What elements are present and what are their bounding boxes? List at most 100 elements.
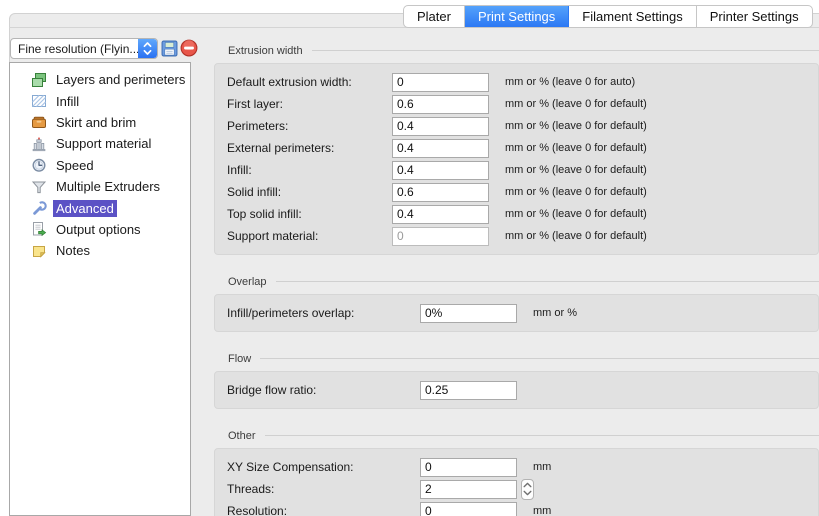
- sidebar-item-label: Support material: [53, 135, 154, 152]
- section-divider: [312, 50, 819, 51]
- sidebar-item-label: Multiple Extruders: [53, 178, 163, 195]
- sidebar-item-label: Speed: [53, 157, 97, 174]
- section-flow: Bridge flow ratio:: [214, 371, 819, 409]
- tab-print-settings[interactable]: Print Settings: [465, 6, 569, 27]
- infill-width-input[interactable]: [392, 161, 489, 180]
- sidebar-item-infill[interactable]: Infill: [10, 90, 190, 111]
- tab-bar: Plater Print Settings Filament Settings …: [403, 5, 813, 28]
- default-extrusion-width-input[interactable]: [392, 73, 489, 92]
- setting-row: Top solid infill: mm or % (leave 0 for d…: [227, 203, 806, 225]
- setting-row: Bridge flow ratio:: [227, 379, 806, 401]
- setting-row: Infill/perimeters overlap: mm or %: [227, 302, 806, 324]
- setting-row: Default extrusion width: mm or % (leave …: [227, 71, 806, 93]
- bridge-flow-ratio-input[interactable]: [420, 381, 517, 400]
- field-label: Infill:: [227, 163, 392, 177]
- setting-row: Solid infill: mm or % (leave 0 for defau…: [227, 181, 806, 203]
- section-overlap: Infill/perimeters overlap: mm or %: [214, 294, 819, 332]
- sidebar-item-label: Advanced: [53, 200, 117, 217]
- settings-panel: Extrusion width Default extrusion width:…: [214, 38, 819, 516]
- perimeters-input[interactable]: [392, 117, 489, 136]
- solid-infill-input[interactable]: [392, 183, 489, 202]
- setting-row: XY Size Compensation: mm: [227, 456, 806, 478]
- field-label: First layer:: [227, 97, 392, 111]
- field-label: Resolution:: [227, 504, 420, 516]
- field-hint: mm or % (leave 0 for default): [505, 164, 647, 176]
- threads-input[interactable]: [420, 480, 517, 499]
- external-perimeters-input[interactable]: [392, 139, 489, 158]
- sidebar-item-notes[interactable]: Notes: [10, 240, 190, 261]
- save-preset-button[interactable]: [159, 38, 179, 58]
- tab-plater[interactable]: Plater: [404, 6, 465, 27]
- section-header-overlap: Overlap: [228, 275, 819, 288]
- sidebar-item-output-options[interactable]: Output options: [10, 219, 190, 240]
- wrench-icon: [31, 200, 47, 216]
- section-title: Overlap: [228, 276, 267, 288]
- output-page-icon: [31, 221, 47, 237]
- field-hint: mm or % (leave 0 for default): [505, 142, 647, 154]
- sidebar-item-label: Infill: [53, 93, 82, 110]
- section-header-extrusion-width: Extrusion width: [228, 44, 819, 57]
- first-layer-input[interactable]: [392, 95, 489, 114]
- section-title: Extrusion width: [228, 45, 303, 57]
- sidebar-item-speed[interactable]: Speed: [10, 155, 190, 176]
- sidebar-item-label: Notes: [53, 242, 93, 259]
- chevron-up-down-icon[interactable]: [138, 39, 157, 58]
- section-other: XY Size Compensation: mm Threads: Resolu…: [214, 448, 819, 516]
- speed-clock-icon: [31, 157, 47, 173]
- field-label: Bridge flow ratio:: [227, 383, 420, 397]
- xy-size-compensation-input[interactable]: [420, 458, 517, 477]
- setting-row: First layer: mm or % (leave 0 for defaul…: [227, 93, 806, 115]
- tab-filament-settings[interactable]: Filament Settings: [569, 6, 696, 27]
- infill-perimeters-overlap-input[interactable]: [420, 304, 517, 323]
- layers-icon: [31, 72, 47, 88]
- preset-dropdown-value: Fine resolution (Flyin...: [11, 42, 138, 56]
- section-divider: [265, 435, 819, 436]
- field-label: Perimeters:: [227, 119, 392, 133]
- field-hint: mm or % (leave 0 for default): [505, 120, 647, 132]
- sidebar-item-layers-and-perimeters[interactable]: Layers and perimeters: [10, 69, 190, 90]
- field-label: Solid infill:: [227, 185, 392, 199]
- resolution-input[interactable]: [420, 502, 517, 516]
- threads-stepper[interactable]: [521, 479, 534, 500]
- setting-row: Threads:: [227, 478, 806, 500]
- field-hint: mm or % (leave 0 for default): [505, 208, 647, 220]
- support-material-width-input: [392, 227, 489, 246]
- setting-row: Infill: mm or % (leave 0 for default): [227, 159, 806, 181]
- chevron-down-icon: [523, 490, 532, 496]
- skirt-box-icon: [31, 114, 47, 130]
- field-label: Infill/perimeters overlap:: [227, 306, 420, 320]
- field-hint: mm or % (leave 0 for default): [505, 230, 647, 242]
- field-hint: mm: [533, 505, 551, 516]
- section-title: Flow: [228, 353, 251, 365]
- delete-preset-button[interactable]: [179, 38, 199, 58]
- field-label: Top solid infill:: [227, 207, 392, 221]
- section-divider: [260, 358, 819, 359]
- section-extrusion-width: Default extrusion width: mm or % (leave …: [214, 63, 819, 255]
- floppy-save-icon: [161, 40, 178, 57]
- setting-row: Resolution: mm: [227, 500, 806, 516]
- field-hint: mm or %: [533, 307, 577, 319]
- preset-dropdown[interactable]: Fine resolution (Flyin...: [10, 38, 158, 59]
- field-label: Default extrusion width:: [227, 75, 392, 89]
- sidebar-item-skirt-and-brim[interactable]: Skirt and brim: [10, 112, 190, 133]
- notes-icon: [31, 243, 47, 259]
- section-header-other: Other: [228, 429, 819, 442]
- top-solid-infill-input[interactable]: [392, 205, 489, 224]
- setting-row: External perimeters: mm or % (leave 0 fo…: [227, 137, 806, 159]
- field-hint: mm or % (leave 0 for default): [505, 98, 647, 110]
- setting-row: Perimeters: mm or % (leave 0 for default…: [227, 115, 806, 137]
- settings-category-list: Layers and perimeters Infill Skirt and b…: [9, 62, 191, 516]
- support-structure-icon: [31, 136, 47, 152]
- sidebar-item-multiple-extruders[interactable]: Multiple Extruders: [10, 176, 190, 197]
- section-header-flow: Flow: [228, 352, 819, 365]
- field-hint: mm or % (leave 0 for auto): [505, 76, 635, 88]
- section-title: Other: [228, 430, 256, 442]
- field-label: External perimeters:: [227, 141, 392, 155]
- sidebar-item-advanced[interactable]: Advanced: [10, 197, 190, 218]
- field-hint: mm: [533, 461, 551, 473]
- field-label: XY Size Compensation:: [227, 460, 420, 474]
- tab-printer-settings[interactable]: Printer Settings: [697, 6, 812, 27]
- section-divider: [276, 281, 819, 282]
- funnel-icon: [31, 179, 47, 195]
- sidebar-item-support-material[interactable]: Support material: [10, 133, 190, 154]
